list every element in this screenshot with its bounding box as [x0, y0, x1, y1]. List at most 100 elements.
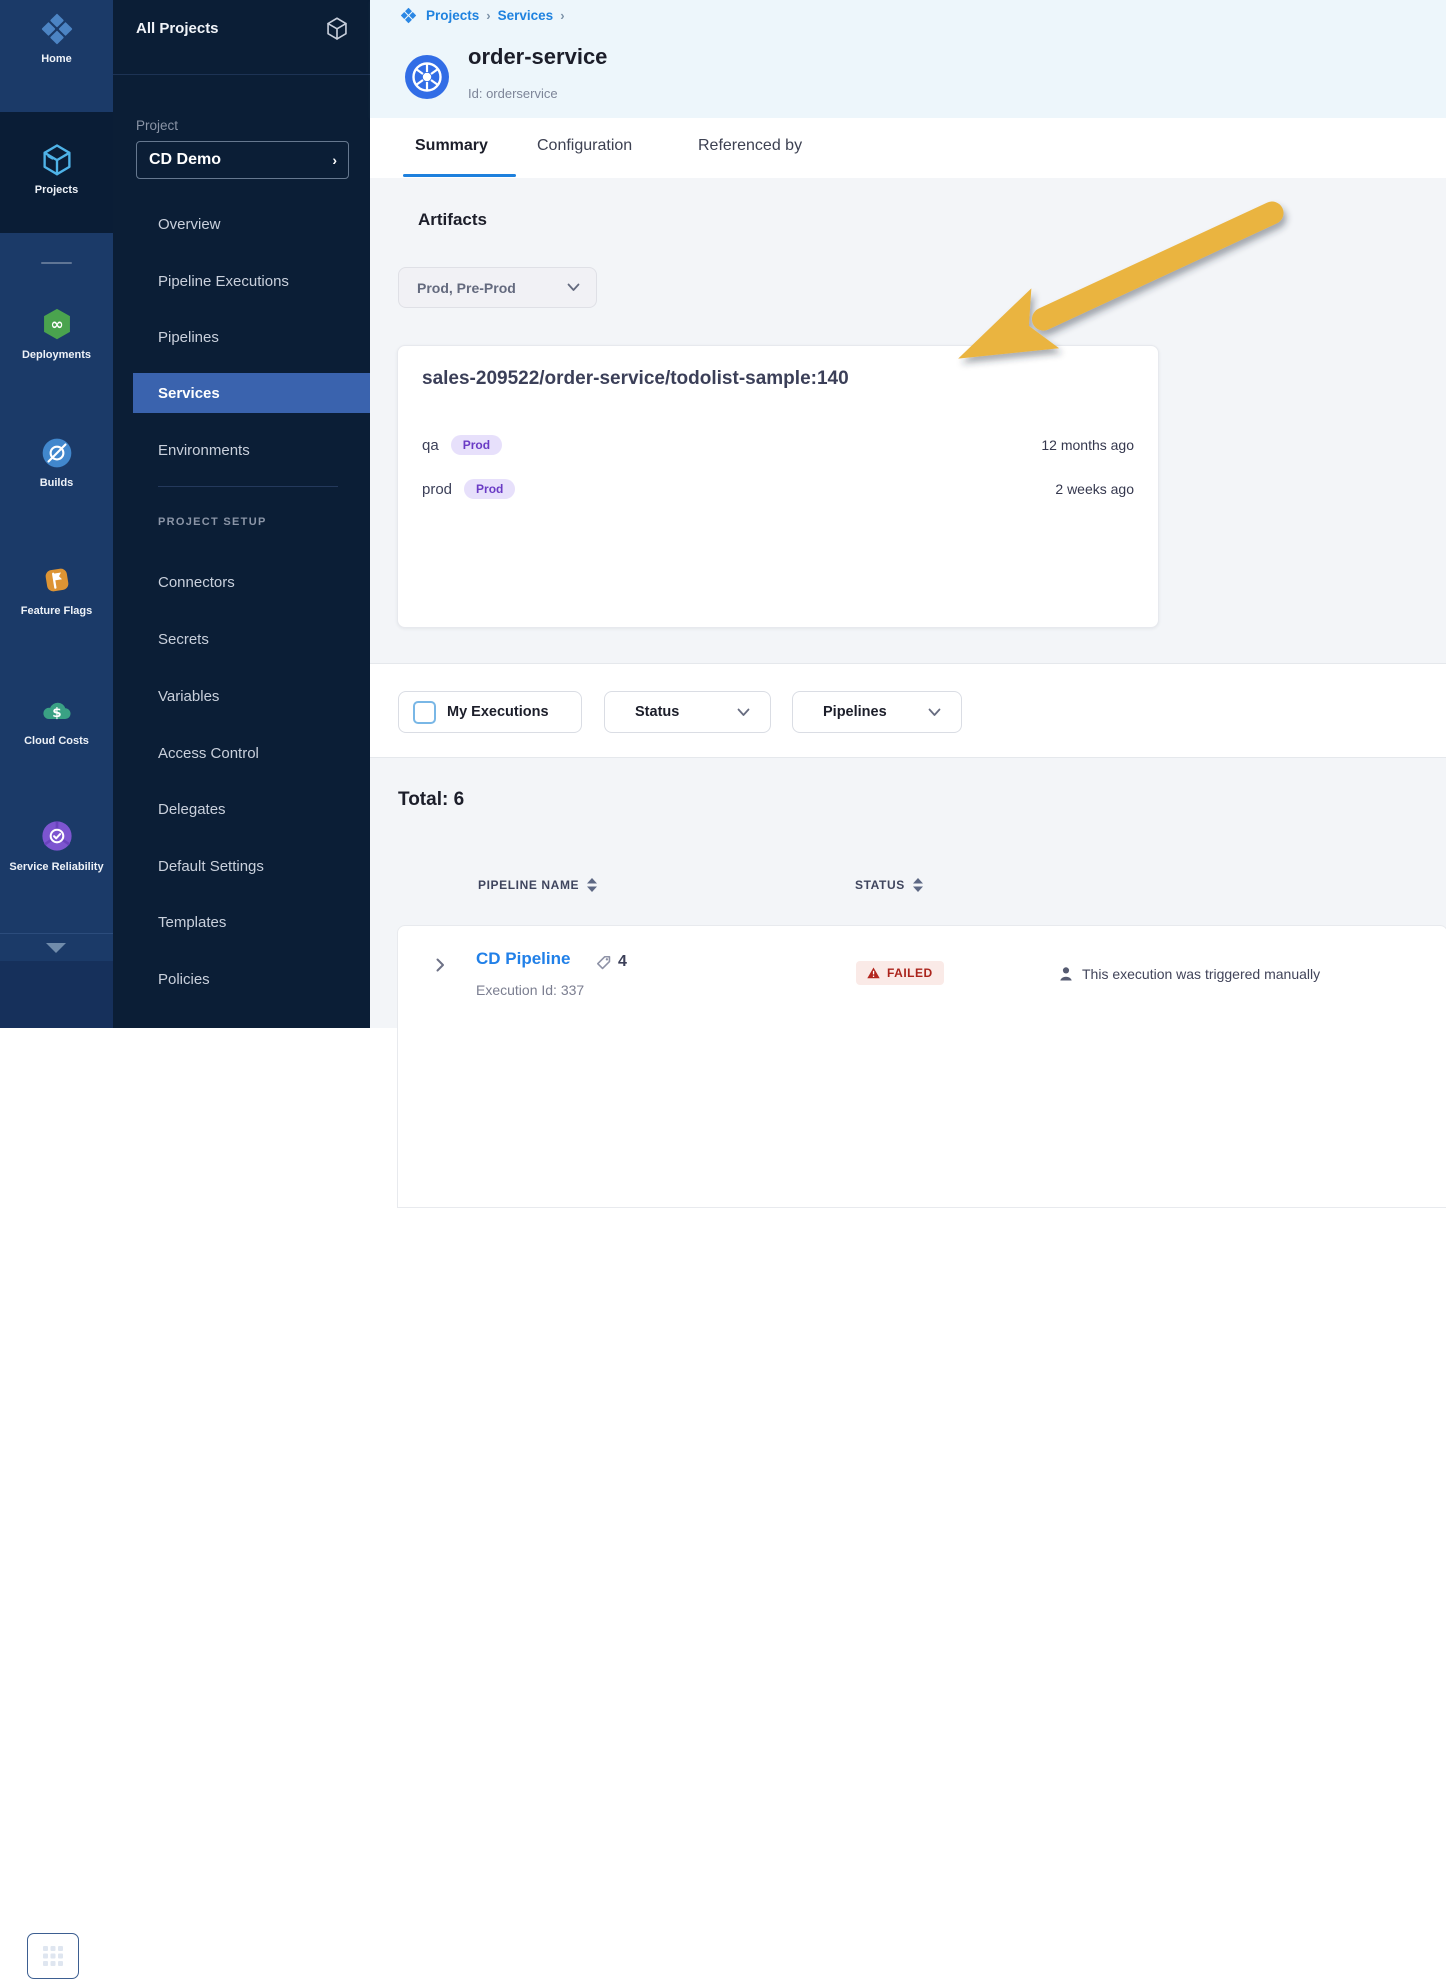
rail-item-projects[interactable]: Projects: [0, 141, 113, 197]
rail-item-deployments[interactable]: ∞ Deployments: [0, 306, 113, 362]
harness-home-icon: [40, 12, 74, 46]
column-label: PIPELINE NAME: [478, 878, 579, 892]
rail-item-feature-flags[interactable]: Feature Flags: [0, 562, 113, 618]
rail-bottom-divider: [0, 933, 113, 934]
page-header: Projects › Services › order-service: [370, 0, 1446, 118]
sidebar-item-delegates[interactable]: Delegates: [113, 789, 370, 829]
trigger-info: This execution was triggered manually: [1058, 966, 1320, 982]
execution-id: Execution Id: 337: [476, 982, 584, 998]
tag-icon: [595, 954, 612, 971]
pipeline-tags: 4: [595, 953, 627, 971]
env-type-badge: Prod: [464, 479, 515, 499]
artifact-card: sales-209522/order-service/todolist-samp…: [397, 345, 1159, 628]
rail-divider: [41, 262, 72, 264]
sidebar-item-overview[interactable]: Overview: [113, 204, 370, 244]
sidebar-title: All Projects: [136, 20, 219, 37]
deployed-time: 2 weeks ago: [1055, 481, 1134, 497]
harness-logo-icon: [400, 7, 417, 24]
sidebar-item-templates[interactable]: Templates: [113, 902, 370, 942]
env-name: qa: [422, 437, 439, 454]
sidebar-item-services[interactable]: Services: [133, 373, 370, 413]
sidebar-section-divider: [158, 486, 338, 487]
sidebar-item-connectors[interactable]: Connectors: [113, 562, 370, 602]
apps-grid-button[interactable]: [27, 1933, 79, 1979]
tab-referenced-by[interactable]: Referenced by: [698, 137, 802, 155]
my-executions-toggle[interactable]: My Executions: [398, 691, 582, 733]
sidebar-item-secrets[interactable]: Secrets: [113, 619, 370, 659]
my-executions-checkbox[interactable]: [413, 701, 436, 724]
chevron-down-icon[interactable]: [44, 941, 68, 954]
tab-configuration[interactable]: Configuration: [537, 137, 632, 155]
rail-label: Projects: [35, 184, 78, 197]
chevron-down-icon: [567, 283, 580, 292]
rail-item-builds[interactable]: Builds: [0, 436, 113, 490]
user-icon: [1058, 966, 1074, 982]
sidebar-item-label: Services: [158, 385, 220, 402]
environment-filter-dropdown[interactable]: Prod, Pre-Prod: [398, 267, 597, 308]
sidebar-item-pipeline-executions[interactable]: Pipeline Executions: [113, 261, 370, 301]
artifact-env-row: qa Prod 12 months ago: [422, 432, 1134, 458]
sidebar-item-environments[interactable]: Environments: [113, 430, 370, 470]
main-panel: Projects › Services › order-service: [370, 0, 1446, 1028]
rail-label: Feature Flags: [21, 605, 93, 618]
pipelines-filter-label: Pipelines: [823, 704, 887, 720]
breadcrumb-separator: ›: [560, 8, 564, 23]
sidebar-item-access-control[interactable]: Access Control: [113, 733, 370, 773]
sidebar-item-label: Policies: [158, 971, 210, 988]
sidebar-item-label: Templates: [158, 914, 226, 931]
cube-icon: [39, 141, 75, 177]
service-id: Id: orderservice: [468, 86, 558, 101]
rail-item-home[interactable]: Home: [0, 12, 113, 66]
sidebar-item-label: Overview: [158, 216, 221, 233]
status-badge: FAILED: [856, 961, 944, 985]
rail-label: Home: [41, 53, 72, 66]
deployed-time: 12 months ago: [1041, 437, 1134, 453]
warning-triangle-icon: [867, 967, 880, 979]
rail-item-cloud-costs[interactable]: $ Cloud Costs: [0, 692, 113, 748]
status-filter-dropdown[interactable]: Status: [604, 691, 771, 733]
deployments-infinity-icon: ∞: [39, 306, 75, 342]
tab-bar: Summary Configuration Referenced by: [370, 118, 1446, 179]
sort-icon: [587, 878, 597, 892]
executions-filter-band: My Executions Status Pipelines: [370, 663, 1446, 758]
sidebar-item-label: Pipeline Executions: [158, 273, 289, 290]
sidebar-item-variables[interactable]: Variables: [113, 676, 370, 716]
summary-content: Artifacts Prod, Pre-Prod sales-209522/or…: [370, 178, 1446, 1028]
kubernetes-icon: [403, 53, 451, 101]
breadcrumb-link-projects[interactable]: Projects: [426, 8, 479, 23]
artifact-env-row: prod Prod 2 weeks ago: [422, 476, 1134, 502]
project-sidebar: All Projects Project CD Demo › Overview …: [113, 0, 370, 1028]
rail-item-service-reliability[interactable]: Service Reliability: [0, 818, 113, 874]
status-filter-label: Status: [635, 704, 679, 720]
rail-label: Deployments: [22, 349, 91, 362]
rail-label: Cloud Costs: [24, 735, 89, 748]
expand-chevron-icon[interactable]: [436, 958, 445, 972]
artifact-image-name: sales-209522/order-service/todolist-samp…: [422, 368, 849, 390]
sidebar-item-default-settings[interactable]: Default Settings: [113, 846, 370, 886]
svg-text:∞: ∞: [50, 315, 63, 334]
pipelines-filter-dropdown[interactable]: Pipelines: [792, 691, 962, 733]
pipeline-name-link[interactable]: CD Pipeline: [476, 949, 570, 969]
breadcrumb-separator: ›: [486, 8, 490, 23]
tab-summary[interactable]: Summary: [415, 137, 488, 155]
column-header-status[interactable]: STATUS: [855, 878, 923, 892]
column-header-pipeline-name[interactable]: PIPELINE NAME: [478, 878, 597, 892]
chevron-right-icon: ›: [332, 152, 337, 168]
chevron-down-icon: [737, 708, 750, 717]
breadcrumb-link-services[interactable]: Services: [498, 8, 554, 23]
sidebar-item-pipelines[interactable]: Pipelines: [113, 317, 370, 357]
sidebar-item-policies[interactable]: Policies: [113, 959, 370, 999]
project-selector[interactable]: CD Demo ›: [136, 141, 349, 179]
sort-icon: [913, 878, 923, 892]
environment-filter-value: Prod, Pre-Prod: [417, 280, 516, 296]
cube-outline-icon[interactable]: [324, 15, 350, 41]
sidebar-item-label: Variables: [158, 688, 219, 705]
trigger-note: This execution was triggered manually: [1082, 966, 1320, 982]
project-selector-value: CD Demo: [149, 151, 221, 169]
sidebar-item-label: Environments: [158, 442, 250, 459]
column-label: STATUS: [855, 878, 905, 892]
breadcrumb: Projects › Services ›: [400, 5, 572, 25]
rail-label: Service Reliability: [7, 861, 107, 874]
tag-count: 4: [618, 953, 627, 971]
project-setup-heading: PROJECT SETUP: [158, 516, 267, 528]
